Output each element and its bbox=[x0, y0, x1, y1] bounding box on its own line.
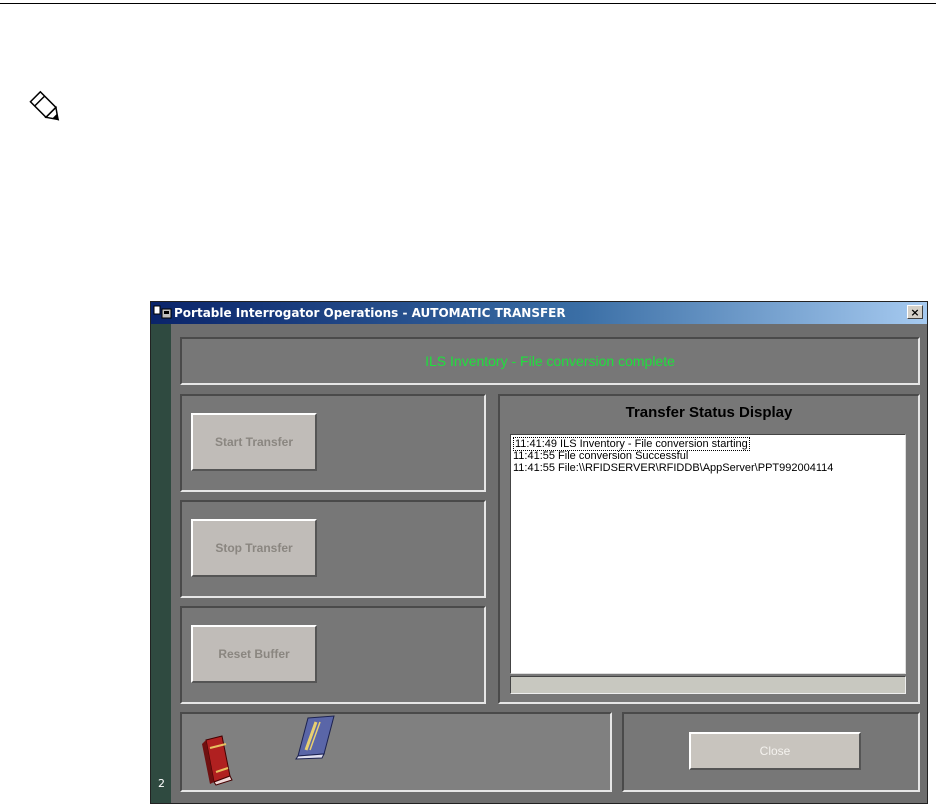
stop-transfer-panel: Stop Transfer bbox=[180, 500, 486, 598]
left-status-strip: 2 bbox=[151, 324, 171, 803]
status-log-line[interactable]: 11:41:49 ILS Inventory - File conversion… bbox=[513, 437, 750, 451]
transfer-status-panel: Transfer Status Display 11:41:49 ILS Inv… bbox=[498, 394, 920, 704]
stop-transfer-button[interactable]: Stop Transfer bbox=[191, 519, 317, 577]
status-header-panel: ILS Inventory - File conversion complete bbox=[180, 337, 920, 385]
start-transfer-button[interactable]: Start Transfer bbox=[191, 413, 317, 471]
status-message: ILS Inventory - File conversion complete bbox=[425, 353, 675, 369]
blue-book-icon bbox=[295, 715, 335, 760]
reset-buffer-button[interactable]: Reset Buffer bbox=[191, 625, 317, 683]
pencil-note-icon bbox=[29, 90, 60, 121]
status-log-list[interactable]: 11:41:49 ILS Inventory - File conversion… bbox=[510, 434, 906, 674]
transfer-window: Portable Interrogator Operations - AUTOM… bbox=[150, 301, 928, 804]
status-progress-bar bbox=[510, 676, 906, 694]
start-transfer-panel: Start Transfer bbox=[180, 394, 486, 492]
close-button[interactable]: Close bbox=[689, 732, 861, 770]
strip-number: 2 bbox=[158, 777, 165, 790]
reset-buffer-panel: Reset Buffer bbox=[180, 606, 486, 704]
status-display-title: Transfer Status Display bbox=[625, 404, 793, 421]
top-rule bbox=[0, 3, 936, 4]
book-icons-panel bbox=[180, 712, 612, 792]
status-log-line[interactable]: 11:41:55 File conversion Successful bbox=[513, 450, 688, 462]
red-book-icon bbox=[202, 735, 233, 786]
window-titlebar[interactable]: Portable Interrogator Operations - AUTOM… bbox=[151, 302, 927, 324]
status-log-line[interactable]: 11:41:55 File:\\RFIDSERVER\RFIDDB\AppSer… bbox=[513, 462, 833, 474]
window-close-button[interactable]: × bbox=[907, 305, 923, 319]
app-window-icon bbox=[153, 305, 172, 319]
close-panel: Close bbox=[622, 712, 920, 792]
window-title: Portable Interrogator Operations - AUTOM… bbox=[174, 306, 566, 320]
